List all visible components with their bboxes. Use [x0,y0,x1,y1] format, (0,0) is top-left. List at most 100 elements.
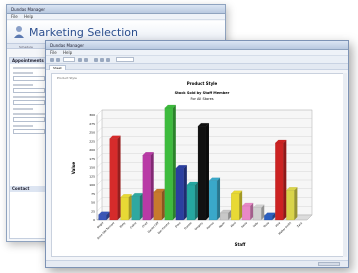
bar-side [183,165,187,220]
form-label [13,113,45,115]
x-tick-label: Sally [252,221,260,229]
bar-front [98,214,107,221]
bar-front [175,168,184,221]
bar [175,165,188,221]
gridline [96,144,103,151]
bar-side [217,177,221,220]
bar [109,135,121,221]
bar-side [294,187,298,220]
gridline [96,179,103,186]
form-label [13,72,33,74]
form-field[interactable] [13,129,45,134]
bar-front [220,212,229,221]
menu-file[interactable]: File [11,14,18,19]
bar-front [275,142,284,221]
bar-side [128,194,132,220]
gridline [96,136,103,142]
bar [131,193,143,221]
bar-front [131,196,140,221]
chart-subtitle: Stock Sold by Staff Member [175,91,230,95]
bar [120,194,132,221]
form-field[interactable] [13,117,45,122]
bar-side [139,193,143,220]
bar [241,202,254,221]
bar [230,190,243,221]
bar-front [197,126,207,221]
bar-front [231,193,240,221]
bar-front [153,191,162,221]
form-label [13,67,45,69]
gridline [96,162,103,168]
x-tick-label: Chad [141,221,149,229]
form-field[interactable] [13,100,45,105]
x-tick-label: Betty [119,221,127,229]
gridline [96,127,103,133]
marketing-menubar: File Help [7,14,225,20]
x-tick-labels: BrigidAnne Sibl Tennant Betty Celine ChadDa… [96,220,304,240]
x-tick-label: Gregory [193,221,204,232]
x-tick-label: Dove [174,221,182,229]
bar [153,188,166,221]
y-tick-label: 175 [89,157,95,161]
marketing-window-titlebar[interactable]: Dundas Manager [7,5,225,14]
bar-front [264,215,273,221]
form-label [13,96,45,98]
form-label [13,108,33,110]
bar-chart: Product Style Stock Sold by Staff Member… [71,81,313,247]
bar [286,187,298,221]
bar-front [286,190,295,221]
appointments-header: Appointments [10,58,48,64]
bar [142,152,154,221]
gridline [96,153,103,159]
y-tick-label: 300 [89,113,95,117]
form-label [13,125,33,127]
gridline [96,197,103,203]
bar-side [283,140,287,220]
bar-front [208,180,218,221]
bar [253,204,265,221]
x-axis-label: Staff [235,242,246,247]
y-tick-label: 150 [89,166,95,170]
gridline [96,206,103,212]
bar-front [164,107,173,221]
y-tick-label: 0 [93,218,95,222]
bar-side [117,135,121,220]
y-tick-label: 125 [89,174,95,178]
chart-subtitle-2: For All Stores [190,97,213,101]
x-tick-label: Celine [129,221,138,230]
bar [186,181,199,221]
bar-side [161,189,165,220]
x-tick-label: Frankie [183,221,193,231]
gridline [96,109,103,116]
y-tick-label: 75 [91,192,95,196]
x-tick-label: Brigid [96,221,104,229]
bar-front [120,197,129,221]
gridline [96,171,103,177]
form-label [13,84,33,86]
bar-front [109,138,118,221]
y-tick-label: 275 [89,122,95,126]
person-icon [14,26,24,38]
x-tick-label: Paula [240,221,248,229]
form-field[interactable] [13,88,45,93]
bar-side [150,152,154,220]
bar-front [142,155,151,221]
page-title: Marketing Selection [29,26,139,39]
menu-help[interactable]: Help [24,14,33,19]
bar [197,123,210,221]
bar-side [205,123,209,220]
bar [164,104,177,221]
form-field[interactable] [13,76,45,81]
desktop-stage: Dundas Manager File Help Marketing Selec… [0,0,358,273]
contact-header: Contact [10,186,48,192]
x-tick-label: Tricia [262,221,270,229]
x-tick-label: Zack [296,221,304,229]
y-tick-label: 225 [89,139,95,143]
y-tick-label: 100 [89,183,95,187]
bar-front [253,207,262,221]
bar-front [186,184,196,221]
bar [208,177,221,221]
tab-schedule-1[interactable]: Schedule [19,45,33,49]
x-tick-label: Marin [218,221,226,229]
chart-title: Product Style [187,81,218,86]
